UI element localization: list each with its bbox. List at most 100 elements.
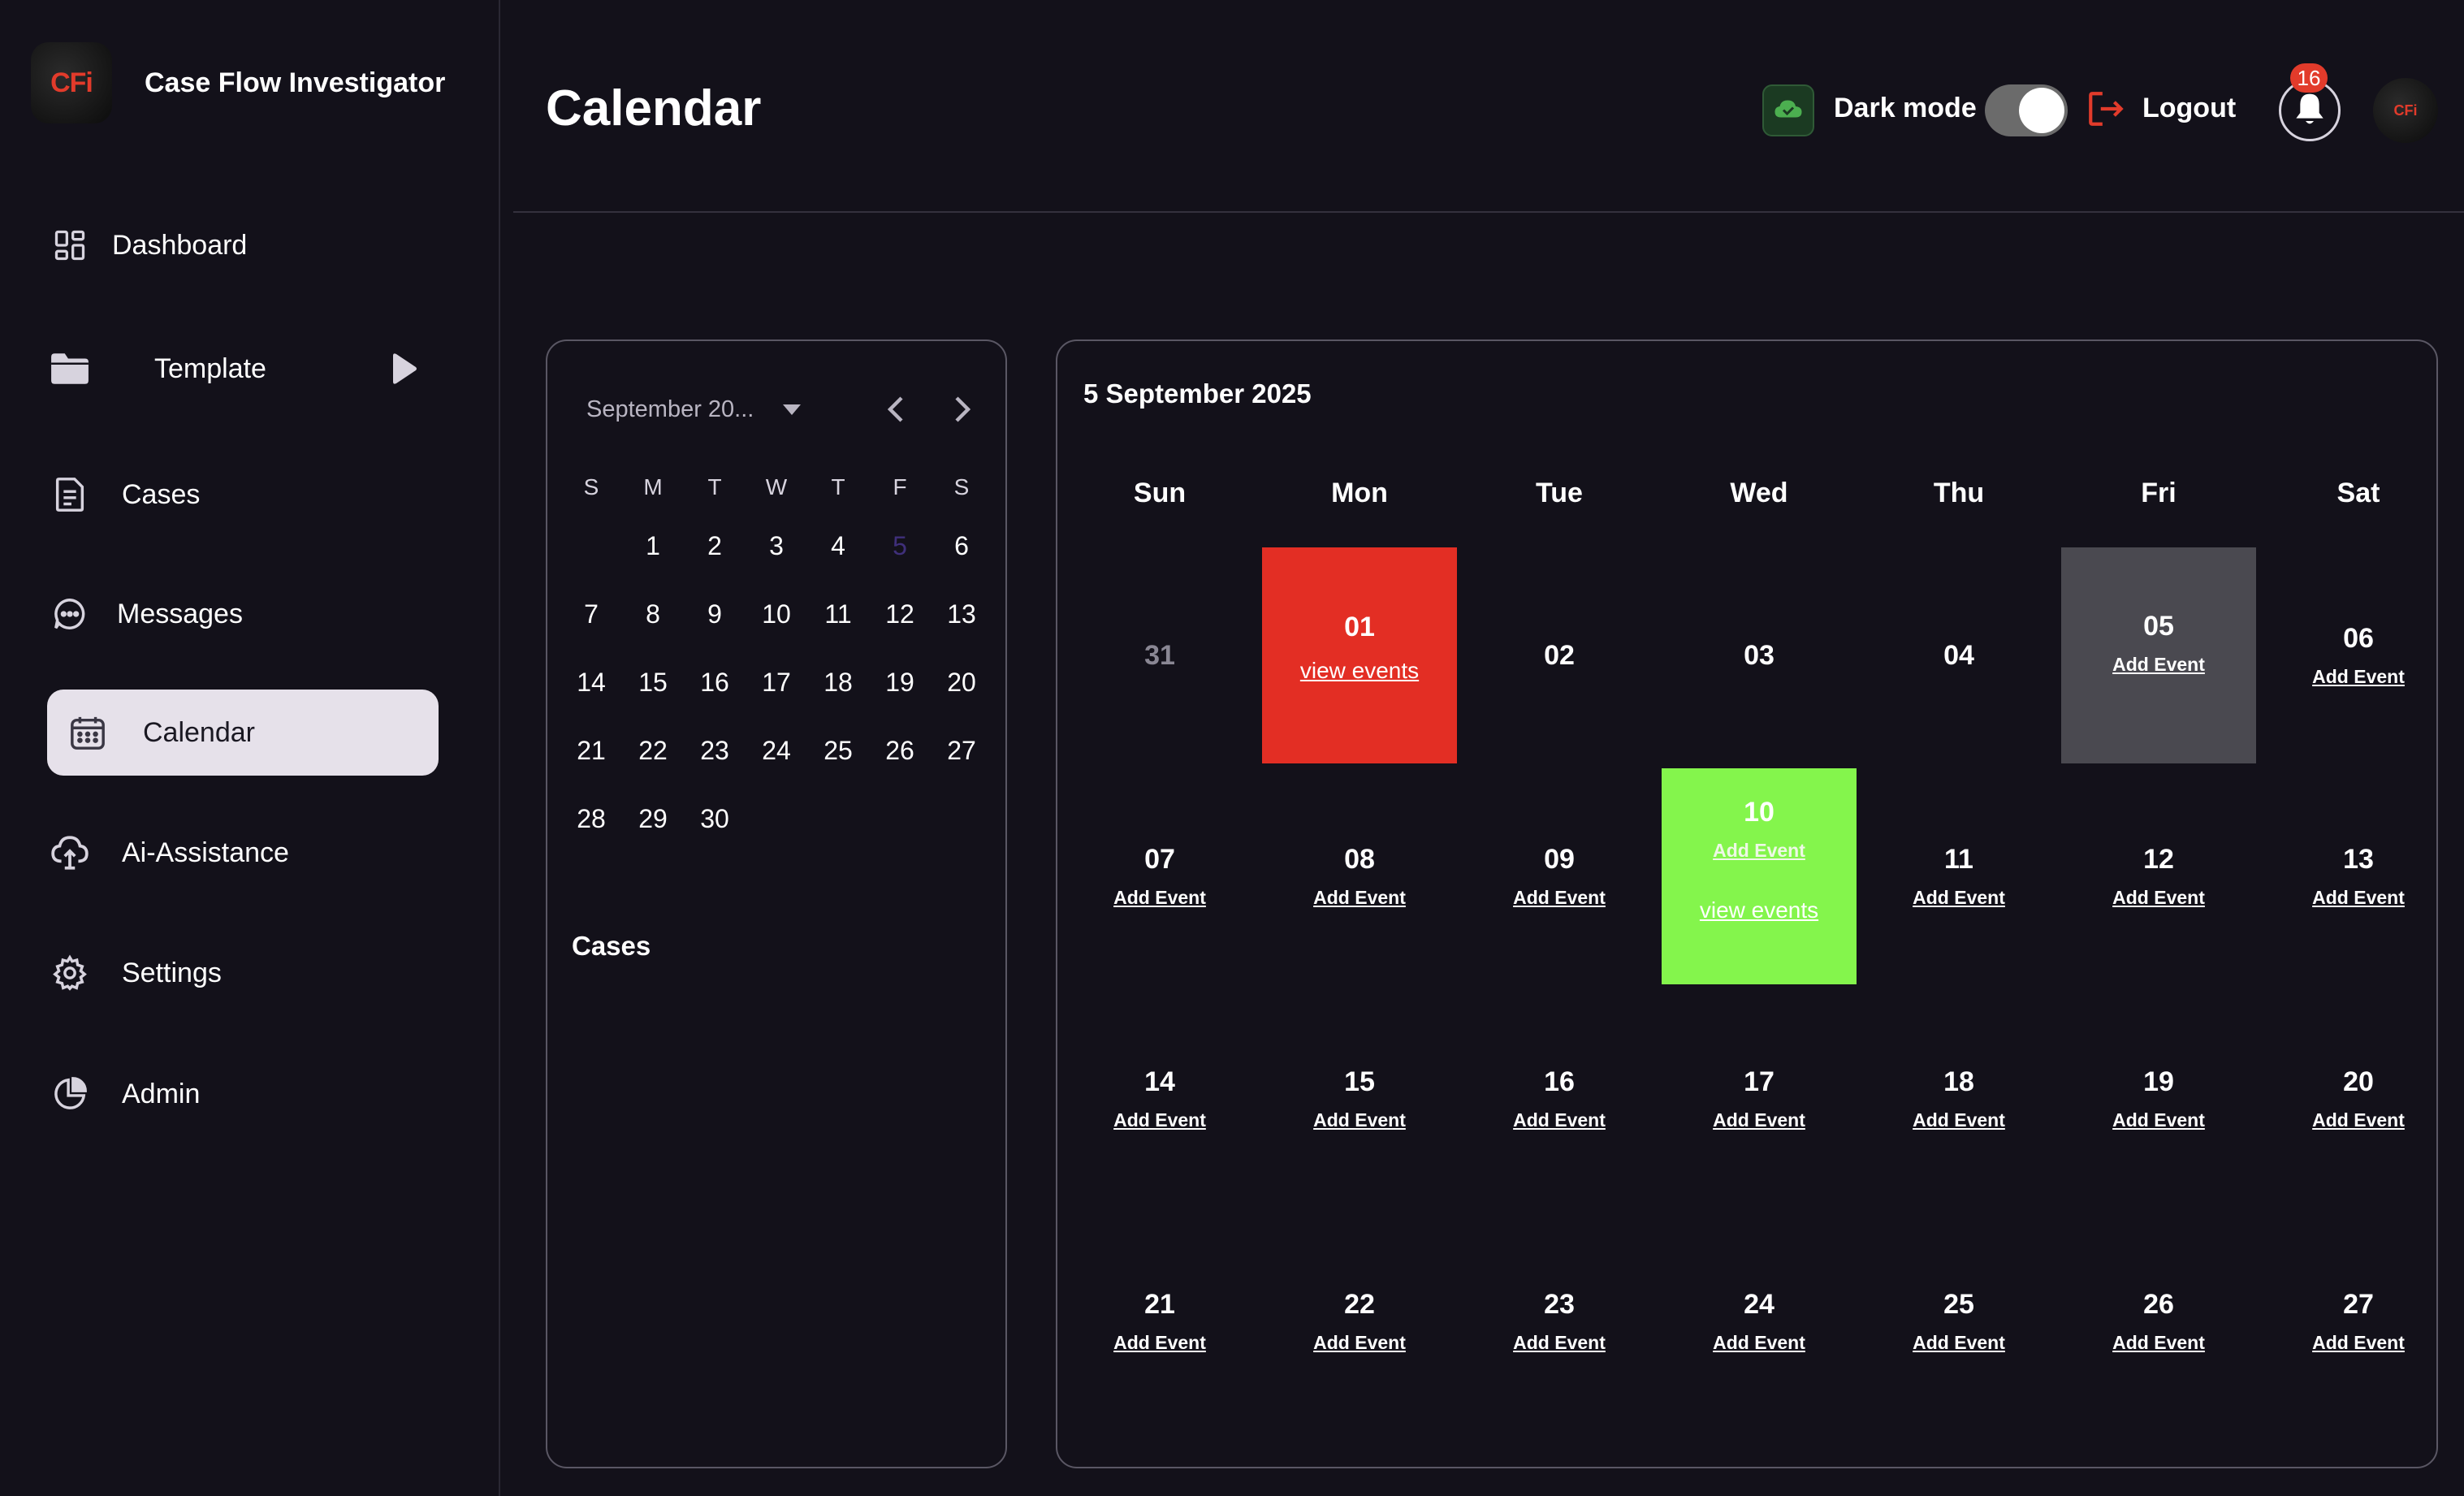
- mini-day[interactable]: 19: [869, 648, 931, 716]
- calendar-day-cell[interactable]: 04: [1861, 547, 2056, 763]
- logout-button[interactable]: Logout: [2142, 93, 2236, 124]
- chevron-right-icon[interactable]: [945, 393, 978, 426]
- add-event-link[interactable]: Add Event: [2112, 654, 2205, 676]
- calendar-day-cell[interactable]: 14 Add Event: [1062, 991, 1257, 1207]
- sidebar-item-cases[interactable]: Cases: [47, 452, 437, 538]
- add-event-link[interactable]: Add Event: [1113, 1109, 1206, 1131]
- calendar-day-cell[interactable]: 23 Add Event: [1462, 1213, 1657, 1429]
- mini-day[interactable]: 7: [560, 580, 622, 648]
- add-event-link[interactable]: Add Event: [2312, 1332, 2405, 1354]
- view-events-link[interactable]: view events: [1300, 658, 1419, 684]
- mini-day[interactable]: 27: [931, 716, 992, 785]
- add-event-link[interactable]: Add Event: [1713, 840, 1805, 862]
- calendar-day-cell[interactable]: 03: [1662, 547, 1857, 763]
- calendar-day-cell[interactable]: 12 Add Event: [2061, 768, 2256, 984]
- view-events-link[interactable]: view events: [1700, 897, 1818, 923]
- mini-day[interactable]: 29: [622, 785, 684, 853]
- avatar[interactable]: CFi: [2373, 78, 2438, 143]
- logout-icon[interactable]: [2086, 88, 2126, 130]
- calendar-day-cell[interactable]: 19 Add Event: [2061, 991, 2256, 1207]
- mini-day[interactable]: 21: [560, 716, 622, 785]
- calendar-day-cell[interactable]: 06 Add Event: [2261, 547, 2456, 763]
- calendar-day-cell[interactable]: 10 Add Event view events: [1662, 768, 1857, 984]
- calendar-day-cell[interactable]: 01 view events: [1262, 547, 1457, 763]
- calendar-day-cell[interactable]: 07 Add Event: [1062, 768, 1257, 984]
- add-event-link[interactable]: Add Event: [1913, 1109, 2005, 1131]
- mini-day[interactable]: 4: [807, 512, 869, 580]
- expand-arrow-icon[interactable]: [387, 352, 419, 385]
- mini-day[interactable]: 23: [684, 716, 746, 785]
- calendar-day-cell[interactable]: 20 Add Event: [2261, 991, 2456, 1207]
- add-event-link[interactable]: Add Event: [1513, 887, 1606, 909]
- calendar-day-cell[interactable]: 24 Add Event: [1662, 1213, 1857, 1429]
- add-event-link[interactable]: Add Event: [1913, 1332, 2005, 1354]
- mini-day[interactable]: 9: [684, 580, 746, 648]
- calendar-day-cell[interactable]: 05 Add Event: [2061, 547, 2256, 763]
- chevron-left-icon[interactable]: [880, 393, 913, 426]
- mini-day[interactable]: 28: [560, 785, 622, 853]
- mini-day[interactable]: 1: [622, 512, 684, 580]
- calendar-day-cell[interactable]: 02: [1462, 547, 1657, 763]
- mini-day[interactable]: 8: [622, 580, 684, 648]
- calendar-day-cell[interactable]: 08 Add Event: [1262, 768, 1457, 984]
- calendar-day-cell[interactable]: 18 Add Event: [1861, 991, 2056, 1207]
- mini-day[interactable]: 6: [931, 512, 992, 580]
- mini-day[interactable]: 20: [931, 648, 992, 716]
- add-event-link[interactable]: Add Event: [2112, 1332, 2205, 1354]
- sidebar-item-ai-assistance[interactable]: Ai-Assistance: [47, 810, 437, 896]
- mini-day[interactable]: 22: [622, 716, 684, 785]
- mini-day[interactable]: 17: [746, 648, 807, 716]
- add-event-link[interactable]: Add Event: [1313, 1109, 1406, 1131]
- calendar-day-cell[interactable]: 17 Add Event: [1662, 991, 1857, 1207]
- add-event-link[interactable]: Add Event: [2312, 887, 2405, 909]
- add-event-link[interactable]: Add Event: [2112, 887, 2205, 909]
- calendar-day-cell[interactable]: 13 Add Event: [2261, 768, 2456, 984]
- calendar-day-cell[interactable]: 21 Add Event: [1062, 1213, 1257, 1429]
- mini-day[interactable]: 26: [869, 716, 931, 785]
- sidebar-item-calendar[interactable]: Calendar: [47, 690, 439, 776]
- mini-day[interactable]: 13: [931, 580, 992, 648]
- calendar-day-cell[interactable]: 16 Add Event: [1462, 991, 1657, 1207]
- add-event-link[interactable]: Add Event: [1113, 887, 1206, 909]
- add-event-link[interactable]: Add Event: [2312, 1109, 2405, 1131]
- calendar-day-cell[interactable]: 26 Add Event: [2061, 1213, 2256, 1429]
- mini-day[interactable]: 12: [869, 580, 931, 648]
- mini-day[interactable]: 15: [622, 648, 684, 716]
- mini-day[interactable]: 18: [807, 648, 869, 716]
- add-event-link[interactable]: Add Event: [1313, 1332, 1406, 1354]
- calendar-day-cell[interactable]: 27 Add Event: [2261, 1213, 2456, 1429]
- mini-day[interactable]: 24: [746, 716, 807, 785]
- add-event-link[interactable]: Add Event: [1113, 1332, 1206, 1354]
- calendar-day-cell[interactable]: 15 Add Event: [1262, 991, 1457, 1207]
- add-event-link[interactable]: Add Event: [1713, 1332, 1805, 1354]
- mini-day[interactable]: 2: [684, 512, 746, 580]
- sidebar-item-template[interactable]: Template: [47, 326, 437, 412]
- add-event-link[interactable]: Add Event: [1513, 1109, 1606, 1131]
- brand[interactable]: CFi Case Flow Investigator: [31, 42, 445, 123]
- mini-day[interactable]: 16: [684, 648, 746, 716]
- mini-day[interactable]: 11: [807, 580, 869, 648]
- mini-day[interactable]: 5: [869, 512, 931, 580]
- calendar-day-cell[interactable]: 11 Add Event: [1861, 768, 2056, 984]
- mini-day[interactable]: 3: [746, 512, 807, 580]
- calendar-day-cell[interactable]: 25 Add Event: [1861, 1213, 2056, 1429]
- calendar-day-cell[interactable]: 09 Add Event: [1462, 768, 1657, 984]
- dark-mode-toggle[interactable]: [1985, 84, 2068, 136]
- mini-day[interactable]: 25: [807, 716, 869, 785]
- sidebar-item-messages[interactable]: Messages: [47, 571, 437, 657]
- sidebar-item-dashboard[interactable]: Dashboard: [47, 202, 437, 288]
- mini-day[interactable]: 14: [560, 648, 622, 716]
- calendar-day-cell[interactable]: 22 Add Event: [1262, 1213, 1457, 1429]
- mini-day[interactable]: 10: [746, 580, 807, 648]
- add-event-link[interactable]: Add Event: [2112, 1109, 2205, 1131]
- add-event-link[interactable]: Add Event: [1713, 1109, 1805, 1131]
- add-event-link[interactable]: Add Event: [1913, 887, 2005, 909]
- mini-day[interactable]: 30: [684, 785, 746, 853]
- add-event-link[interactable]: Add Event: [2312, 666, 2405, 688]
- sidebar-item-admin[interactable]: Admin: [47, 1051, 437, 1137]
- chevron-down-icon[interactable]: [783, 404, 801, 415]
- cloud-sync-button[interactable]: [1762, 84, 1814, 136]
- month-selector[interactable]: September 20...: [586, 396, 754, 423]
- calendar-day-cell[interactable]: 31: [1062, 547, 1257, 763]
- add-event-link[interactable]: Add Event: [1513, 1332, 1606, 1354]
